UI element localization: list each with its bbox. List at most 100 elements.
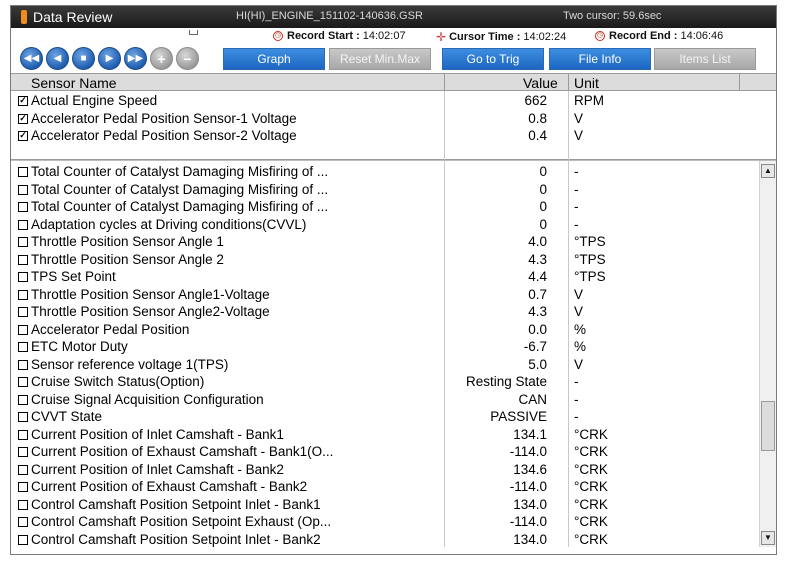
table-row[interactable]: Total Counter of Catalyst Damaging Misfi… bbox=[11, 198, 761, 216]
sensor-value: PASSIVE bbox=[490, 409, 547, 424]
table-row[interactable]: Accelerator Pedal Position 0.0% bbox=[11, 321, 761, 339]
sensor-unit: °TPS bbox=[574, 269, 606, 284]
table-row[interactable]: Control Camshaft Position Setpoint Inlet… bbox=[11, 496, 761, 514]
sensor-value: 4.3 bbox=[528, 251, 547, 267]
sensor-unit: - bbox=[574, 164, 579, 179]
row-checkbox[interactable] bbox=[18, 464, 28, 475]
sensor-name: Accelerator Pedal Position Sensor-2 Volt… bbox=[31, 128, 297, 143]
row-checkbox[interactable] bbox=[18, 219, 28, 230]
go-to-trig-button[interactable]: Go to Trig bbox=[442, 48, 544, 70]
table-row[interactable]: TPS Set Point 4.4 °TPS bbox=[11, 268, 761, 286]
sensor-unit: °CRK bbox=[574, 461, 608, 477]
sensor-value: 0 bbox=[539, 181, 547, 197]
vertical-scrollbar[interactable]: ▲ ▼ bbox=[759, 161, 776, 547]
row-checkbox[interactable] bbox=[18, 359, 28, 370]
table-row[interactable]: Adaptation cycles at Driving conditions(… bbox=[11, 216, 761, 234]
row-checkbox[interactable] bbox=[18, 289, 28, 300]
table-row[interactable]: Current Position of Inlet Camshaft - Ban… bbox=[11, 461, 761, 479]
cursor-icon: ✛ bbox=[436, 30, 447, 44]
table-row[interactable]: Control Camshaft Position Setpoint Inlet… bbox=[11, 531, 761, 548]
table-row[interactable]: Sensor reference voltage 1(TPS) 5.0 V bbox=[11, 356, 761, 374]
row-checkbox[interactable] bbox=[18, 517, 28, 527]
row-checkbox[interactable] bbox=[18, 377, 28, 387]
reset-minmax-button[interactable]: Reset Min.Max bbox=[329, 48, 431, 70]
col-unit[interactable]: Unit bbox=[574, 75, 599, 91]
row-checkbox[interactable] bbox=[18, 184, 28, 195]
table-row[interactable]: Cruise Signal Acquisition Configuration C… bbox=[11, 391, 761, 409]
sensor-unit: - bbox=[574, 374, 579, 389]
sensor-name: CVVT State bbox=[31, 409, 103, 424]
window-title: Data Review bbox=[33, 9, 113, 25]
time-bar: ◷ Record Start : 14:02:07 ✛ Cursor Time … bbox=[11, 28, 776, 45]
sensor-name: Throttle Position Sensor Angle1-Voltage bbox=[31, 286, 270, 302]
prev-button[interactable]: ◀ bbox=[46, 47, 69, 70]
row-checkbox[interactable] bbox=[18, 324, 28, 335]
sensor-unit: °TPS bbox=[574, 251, 606, 267]
row-checkbox[interactable] bbox=[18, 412, 28, 422]
play-button[interactable]: ▶ bbox=[98, 47, 121, 70]
table-row[interactable]: Total Counter of Catalyst Damaging Misfi… bbox=[11, 181, 761, 199]
row-checkbox[interactable]: ✓ bbox=[18, 131, 28, 141]
scroll-up-icon[interactable]: ▲ bbox=[761, 164, 775, 178]
row-checkbox[interactable]: ✓ bbox=[18, 113, 28, 124]
row-checkbox[interactable] bbox=[18, 394, 28, 405]
app-icon bbox=[21, 10, 27, 24]
sensor-value: 0.7 bbox=[528, 286, 547, 302]
row-checkbox[interactable] bbox=[18, 202, 28, 212]
col-sensor-name[interactable]: Sensor Name bbox=[31, 75, 117, 91]
row-checkbox[interactable]: ✓ bbox=[18, 96, 28, 106]
graph-button[interactable]: Graph bbox=[223, 48, 325, 70]
table-row[interactable]: Total Counter of Catalyst Damaging Misfi… bbox=[11, 163, 761, 181]
col-value[interactable]: Value bbox=[523, 75, 558, 91]
table-row[interactable]: Throttle Position Sensor Angle 2 4.3 °TPS bbox=[11, 251, 761, 269]
row-checkbox[interactable] bbox=[18, 237, 28, 247]
sensor-value: 4.0 bbox=[528, 234, 547, 249]
table-row[interactable]: Current Position of Exhaust Camshaft - B… bbox=[11, 443, 761, 461]
sensor-unit: °TPS bbox=[574, 234, 606, 249]
sensor-unit: - bbox=[574, 199, 579, 214]
sensor-value: 0.4 bbox=[528, 128, 547, 143]
file-info-button[interactable]: File Info bbox=[549, 48, 651, 70]
scroll-down-icon[interactable]: ▼ bbox=[761, 531, 775, 545]
table-row[interactable]: ✓ Actual Engine Speed 662 RPM bbox=[11, 92, 761, 110]
scroll-thumb[interactable] bbox=[761, 401, 775, 451]
table-row[interactable]: CVVT State PASSIVE - bbox=[11, 408, 761, 426]
table-row[interactable]: Throttle Position Sensor Angle1-Voltage 0… bbox=[11, 286, 761, 304]
record-start: ◷ Record Start : 14:02:07 bbox=[273, 30, 406, 42]
row-checkbox[interactable] bbox=[18, 534, 28, 545]
last-button[interactable]: ▶▶ bbox=[124, 47, 147, 70]
sensor-name: Total Counter of Catalyst Damaging Misfi… bbox=[31, 199, 329, 214]
row-checkbox[interactable] bbox=[18, 447, 28, 457]
sensor-unit: - bbox=[574, 409, 579, 424]
table-row[interactable]: Current Position of Inlet Camshaft - Ban… bbox=[11, 426, 761, 444]
sensor-list[interactable]: Total Counter of Catalyst Damaging Misfi… bbox=[11, 160, 776, 547]
add-button[interactable]: + bbox=[150, 47, 173, 70]
first-button[interactable]: ◀◀ bbox=[20, 47, 43, 70]
table-row[interactable]: Current Position of Exhaust Camshaft - B… bbox=[11, 478, 761, 496]
sensor-value: 4.3 bbox=[528, 304, 547, 319]
table-row[interactable]: Throttle Position Sensor Angle2-Voltage 4… bbox=[11, 303, 761, 321]
row-checkbox[interactable] bbox=[18, 429, 28, 440]
stop-button[interactable]: ■ bbox=[72, 47, 95, 70]
row-checkbox[interactable] bbox=[18, 482, 28, 492]
items-list-button[interactable]: Items List bbox=[654, 48, 756, 70]
table-row[interactable]: ETC Motor Duty -6.7% bbox=[11, 338, 761, 356]
table-row[interactable]: ✓ Accelerator Pedal Position Sensor-2 Vol… bbox=[11, 127, 761, 145]
stop-icon: ■ bbox=[80, 53, 87, 64]
table-row[interactable]: Throttle Position Sensor Angle 1 4.0 °TPS bbox=[11, 233, 761, 251]
sensor-unit: °CRK bbox=[574, 514, 608, 529]
row-checkbox[interactable] bbox=[18, 272, 28, 282]
sensor-name: Current Position of Inlet Camshaft - Ban… bbox=[31, 426, 284, 442]
table-row[interactable]: Cruise Switch Status(Option) Resting Stat… bbox=[11, 373, 761, 391]
table-row[interactable]: ✓ Accelerator Pedal Position Sensor-1 Vol… bbox=[11, 110, 761, 128]
row-checkbox[interactable] bbox=[18, 254, 28, 265]
collapse-icon[interactable] bbox=[189, 30, 198, 35]
row-checkbox[interactable] bbox=[18, 342, 28, 352]
row-checkbox[interactable] bbox=[18, 167, 28, 177]
sensor-name: Current Position of Exhaust Camshaft - B… bbox=[31, 444, 334, 459]
table-row[interactable]: Control Camshaft Position Setpoint Exhau… bbox=[11, 513, 761, 531]
plus-icon: + bbox=[157, 50, 166, 67]
remove-button[interactable]: − bbox=[176, 47, 199, 70]
row-checkbox[interactable] bbox=[18, 307, 28, 317]
row-checkbox[interactable] bbox=[18, 499, 28, 510]
